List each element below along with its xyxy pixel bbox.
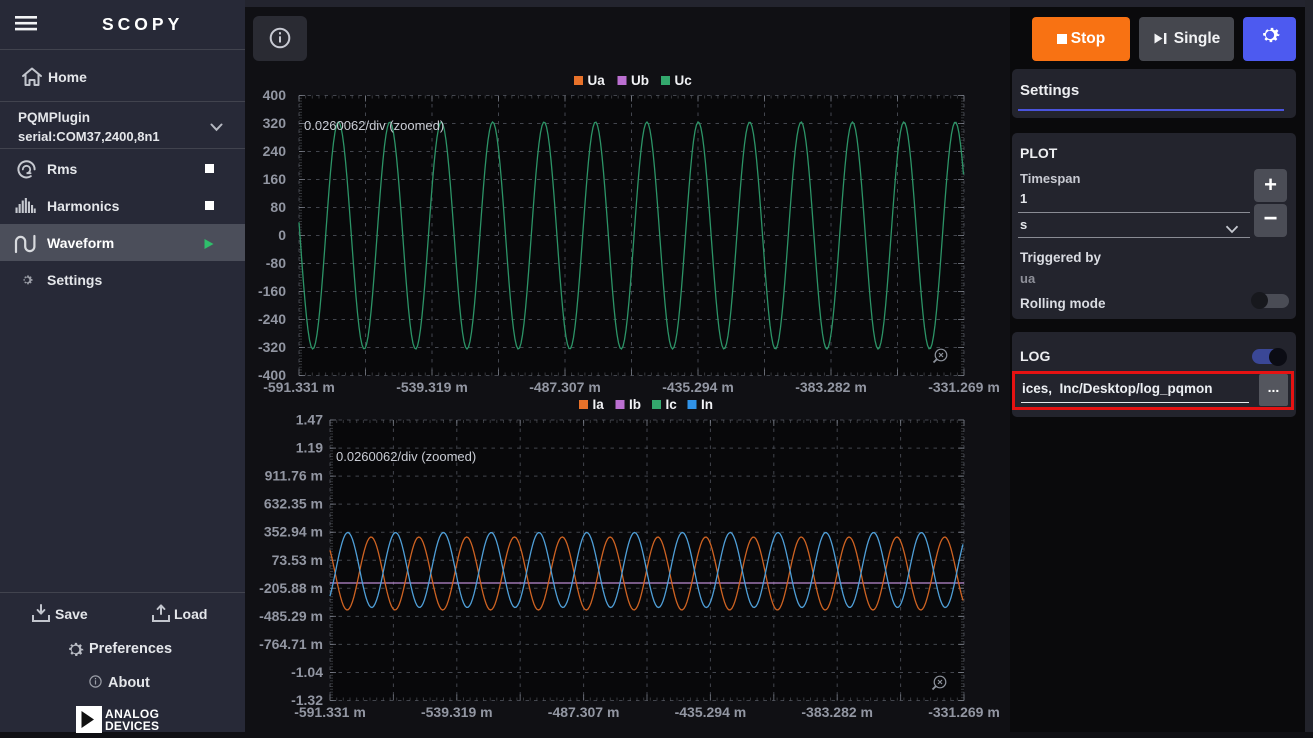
svg-text:320: 320 xyxy=(263,115,287,131)
svg-text:-80: -80 xyxy=(266,255,286,271)
svg-text:-160: -160 xyxy=(258,283,286,299)
svg-text:-1.04: -1.04 xyxy=(291,664,323,680)
svg-text:0: 0 xyxy=(278,227,286,243)
svg-text:-591.331 m: -591.331 m xyxy=(294,704,366,720)
svg-text:-764.71 m: -764.71 m xyxy=(259,636,323,652)
svg-text:-485.29 m: -485.29 m xyxy=(259,608,323,624)
svg-text:-539.319 m: -539.319 m xyxy=(396,379,468,395)
svg-text:80: 80 xyxy=(270,199,286,215)
svg-text:-205.88 m: -205.88 m xyxy=(259,580,323,596)
svg-text:DEVICES: DEVICES xyxy=(105,719,159,733)
svg-text:-539.319 m: -539.319 m xyxy=(421,704,493,720)
svg-text:-487.307 m: -487.307 m xyxy=(529,379,601,395)
svg-text:160: 160 xyxy=(263,171,287,187)
svg-text:1.19: 1.19 xyxy=(296,440,323,456)
svg-text:-320: -320 xyxy=(258,339,286,355)
svg-text:Ub: Ub xyxy=(631,73,649,88)
svg-text:Ib: Ib xyxy=(629,397,641,412)
svg-text:-331.269 m: -331.269 m xyxy=(928,379,1000,395)
svg-text:0.0260062/div (zoomed): 0.0260062/div (zoomed) xyxy=(336,449,476,464)
svg-text:73.53 m: 73.53 m xyxy=(272,552,323,568)
svg-text:Uc: Uc xyxy=(675,73,693,88)
svg-text:1.47: 1.47 xyxy=(296,412,323,428)
svg-text:-435.294 m: -435.294 m xyxy=(662,379,734,395)
svg-text:0.0260062/div (zoomed): 0.0260062/div (zoomed) xyxy=(304,118,444,133)
svg-text:911.76 m: 911.76 m xyxy=(265,468,323,484)
svg-text:632.35 m: 632.35 m xyxy=(264,496,323,512)
svg-text:Ic: Ic xyxy=(666,397,678,412)
svg-text:Ua: Ua xyxy=(588,73,606,88)
svg-text:352.94 m: 352.94 m xyxy=(264,524,323,540)
svg-text:-591.331 m: -591.331 m xyxy=(263,379,335,395)
svg-text:-331.269 m: -331.269 m xyxy=(928,704,1000,720)
svg-text:-487.307 m: -487.307 m xyxy=(548,704,620,720)
svg-text:Ia: Ia xyxy=(593,397,605,412)
svg-text:400: 400 xyxy=(263,87,287,103)
svg-text:In: In xyxy=(701,397,713,412)
svg-text:-383.282 m: -383.282 m xyxy=(795,379,867,395)
svg-text:-383.282 m: -383.282 m xyxy=(801,704,873,720)
svg-text:-435.294 m: -435.294 m xyxy=(675,704,747,720)
svg-text:240: 240 xyxy=(263,143,287,159)
svg-text:-240: -240 xyxy=(258,311,286,327)
